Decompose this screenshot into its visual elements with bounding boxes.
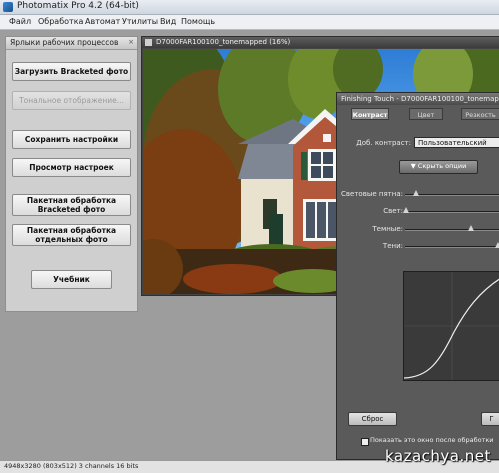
slider-label-shadows: Тени:: [382, 242, 403, 250]
menu-file[interactable]: Файл: [9, 17, 31, 26]
tone-curve[interactable]: [403, 271, 499, 381]
image-window-title: D7000FAR100100_tonemapped (16%): [156, 38, 291, 46]
load-bracketed-button[interactable]: Загрузить Bracketed фото: [12, 62, 131, 81]
hide-options-label: Скрыть опции: [417, 162, 467, 170]
slider-knob-shadows[interactable]: [495, 242, 499, 248]
window-title: Photomatix Pro 4.2 (64-bit): [17, 1, 139, 11]
tab-color[interactable]: Цвет: [409, 108, 443, 120]
triangle-down-icon: ▼: [410, 162, 416, 170]
slider-knob-light[interactable]: [403, 207, 409, 213]
menu-processing[interactable]: Обработка: [38, 17, 83, 26]
finishing-touch-title: Finishing Touch - D7000FAR100100_tonemap…: [341, 95, 499, 103]
curve-line: [403, 278, 499, 379]
show-after-checkbox[interactable]: [361, 438, 369, 446]
tab-sharpness[interactable]: Резкость: [461, 108, 499, 120]
batch-single-button[interactable]: Пакетная обработка отдельных фото: [12, 224, 131, 246]
slider-label-highlights: Световые пятна:: [341, 190, 403, 198]
finishing-touch-tabs: Контраст Цвет Резкость: [337, 108, 499, 120]
reset-button[interactable]: Сброс: [348, 412, 397, 426]
menu-utilities[interactable]: Утилиты: [122, 17, 158, 26]
slider-darks[interactable]: [405, 229, 499, 231]
slider-label-light: Свет:: [383, 207, 403, 215]
tutorial-button[interactable]: Учебник: [31, 270, 112, 289]
status-text: 4948x3280 (803x512) 3 channels 16 bits: [4, 462, 139, 470]
app-icon: [3, 2, 13, 12]
hide-options-button[interactable]: ▼ Скрыть опции: [399, 160, 478, 174]
tone-curve-graph: [403, 272, 499, 380]
slider-light[interactable]: [405, 211, 499, 213]
finishing-touch-title-bar: Finishing Touch - D7000FAR100100_tonemap…: [337, 93, 499, 105]
workflow-panel: Ярлыки рабочих процессов × Загрузить Bra…: [5, 36, 138, 312]
slider-highlights[interactable]: [405, 194, 499, 196]
workflow-panel-header: Ярлыки рабочих процессов ×: [6, 37, 137, 50]
close-icon[interactable]: ×: [128, 38, 134, 46]
slider-label-darks: Темные:: [372, 225, 403, 233]
finishing-touch-panel: Finishing Touch - D7000FAR100100_tonemap…: [336, 92, 499, 460]
image-icon: [145, 39, 152, 46]
slider-shadows[interactable]: [405, 246, 499, 248]
save-settings-button[interactable]: Сохранить настройки: [12, 130, 131, 149]
image-window-title-bar: D7000FAR100100_tonemapped (16%): [142, 37, 499, 48]
title-bar: Photomatix Pro 4.2 (64-bit): [0, 0, 499, 15]
view-settings-button[interactable]: Просмотр настроек: [12, 158, 131, 177]
watermark: kazachya.net: [385, 447, 491, 465]
menu-bar: Файл Обработка Автомат Утилиты Вид Помощ…: [0, 15, 499, 30]
show-after-label: Показать это окно после обработки: [370, 436, 494, 444]
contrast-select[interactable]: Пользовательский: [414, 137, 499, 148]
slider-knob-darks[interactable]: [468, 225, 474, 231]
slider-knob-highlights[interactable]: [413, 190, 419, 196]
menu-help[interactable]: Помощь: [181, 17, 215, 26]
workflow-panel-title: Ярлыки рабочих процессов: [10, 38, 119, 47]
tab-contrast[interactable]: Контраст: [351, 108, 389, 120]
menu-automate[interactable]: Автомат: [85, 17, 120, 26]
ok-button[interactable]: Г: [481, 412, 499, 426]
tone-mapping-button: Тональное отображение...: [12, 91, 131, 110]
contrast-label: Доб. контраст:: [356, 139, 411, 147]
menu-view[interactable]: Вид: [160, 17, 176, 26]
batch-bracketed-button[interactable]: Пакетная обработка Bracketed фото: [12, 194, 131, 216]
